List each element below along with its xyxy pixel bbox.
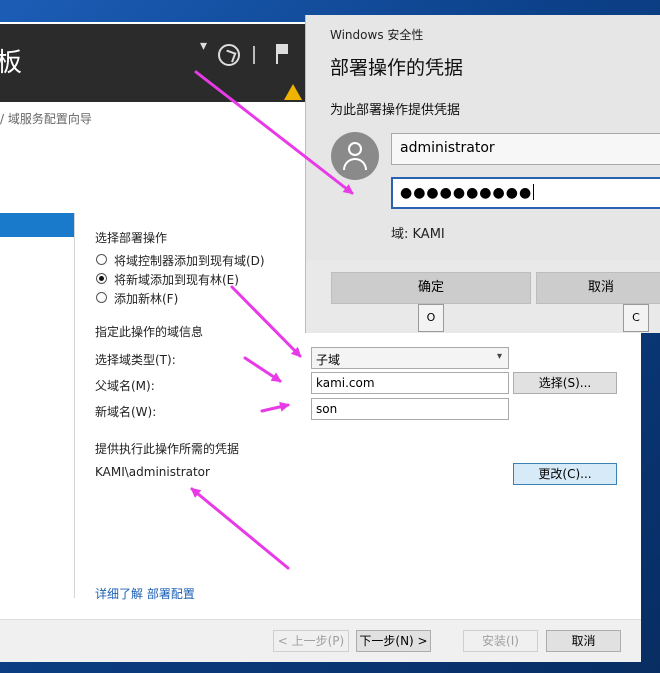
- annotation-arrows: [190, 70, 354, 570]
- arrow-to-credentials: [190, 487, 290, 570]
- arrow-to-password: [194, 70, 354, 195]
- arrow-to-parent-domain: [243, 356, 282, 383]
- arrow-to-new-domain: [260, 401, 290, 413]
- arrow-to-domain-type: [230, 285, 302, 358]
